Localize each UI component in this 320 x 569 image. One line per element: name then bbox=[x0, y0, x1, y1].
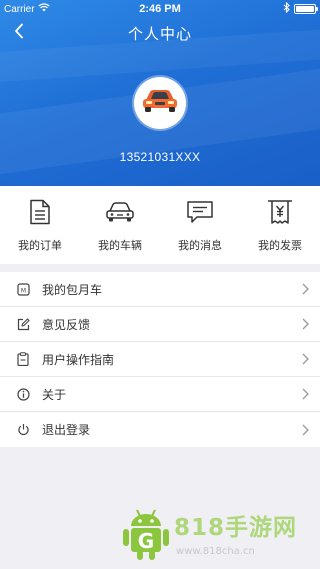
list-item-label: 退出登录 bbox=[42, 423, 91, 437]
car-avatar-icon bbox=[140, 88, 180, 119]
page-title: 个人中心 bbox=[127, 25, 192, 43]
quick-item-vehicles[interactable]: 我的车辆 bbox=[80, 186, 160, 264]
edit-icon bbox=[16, 317, 30, 331]
car-icon bbox=[105, 197, 135, 227]
quick-item-label: 我的车辆 bbox=[98, 240, 142, 252]
list-item-label: 我的包月车 bbox=[42, 282, 103, 297]
quick-menu: 我的订单 我的车辆 我的消息 我的发票 bbox=[0, 186, 320, 264]
settings-list: M 我的包月车 意见反馈 用户操作指南 关于 退出登录 bbox=[0, 272, 320, 447]
chevron-right-icon bbox=[300, 423, 310, 437]
chevron-right-icon bbox=[300, 352, 310, 366]
chevron-left-icon bbox=[14, 23, 24, 44]
info-icon bbox=[16, 387, 30, 401]
clipboard-icon bbox=[16, 352, 30, 366]
carrier-label: Carrier bbox=[4, 3, 35, 15]
svg-text:G: G bbox=[138, 529, 154, 553]
phone-number: 13521031XXX bbox=[119, 150, 201, 164]
battery-icon bbox=[294, 4, 318, 14]
document-icon bbox=[25, 197, 55, 227]
quick-item-label: 我的订单 bbox=[18, 240, 62, 252]
avatar[interactable] bbox=[134, 77, 186, 129]
list-item-label: 意见反馈 bbox=[42, 317, 91, 332]
nav-bar: 个人中心 bbox=[0, 18, 320, 48]
quick-item-label: 我的消息 bbox=[178, 240, 222, 252]
quick-item-invoices[interactable]: 我的发票 bbox=[240, 186, 320, 264]
list-item-user-guide[interactable]: 用户操作指南 bbox=[0, 342, 320, 377]
quick-item-label: 我的发票 bbox=[258, 240, 302, 252]
chevron-right-icon bbox=[300, 317, 310, 331]
watermark-title: 818手游网 bbox=[174, 515, 298, 541]
list-item-label: 关于 bbox=[42, 387, 67, 402]
status-bar: Carrier 2:46 PM bbox=[0, 0, 320, 18]
message-icon bbox=[185, 197, 215, 227]
power-icon bbox=[16, 423, 30, 437]
bluetooth-icon bbox=[283, 1, 290, 16]
chevron-right-icon bbox=[300, 387, 310, 401]
quick-item-orders[interactable]: 我的订单 bbox=[0, 186, 80, 264]
watermark-url: www.818cha.cn bbox=[176, 546, 255, 557]
list-item-feedback[interactable]: 意见反馈 bbox=[0, 307, 320, 342]
list-item-label: 用户操作指南 bbox=[42, 352, 115, 367]
invoice-icon bbox=[265, 197, 295, 227]
chevron-right-icon bbox=[300, 282, 310, 296]
list-item-monthly-car[interactable]: M 我的包月车 bbox=[0, 272, 320, 307]
svg-text:M: M bbox=[20, 287, 25, 294]
back-button[interactable] bbox=[6, 20, 32, 46]
list-item-about[interactable]: 关于 bbox=[0, 377, 320, 412]
wifi-icon bbox=[37, 3, 50, 15]
monthly-card-icon: M bbox=[16, 282, 30, 296]
quick-item-messages[interactable]: 我的消息 bbox=[160, 186, 240, 264]
list-item-logout[interactable]: 退出登录 bbox=[0, 412, 320, 447]
status-time: 2:46 PM bbox=[139, 3, 181, 15]
watermark: G 818手游网 www.818cha.cn bbox=[118, 502, 318, 564]
android-logo-icon: G bbox=[120, 506, 172, 562]
